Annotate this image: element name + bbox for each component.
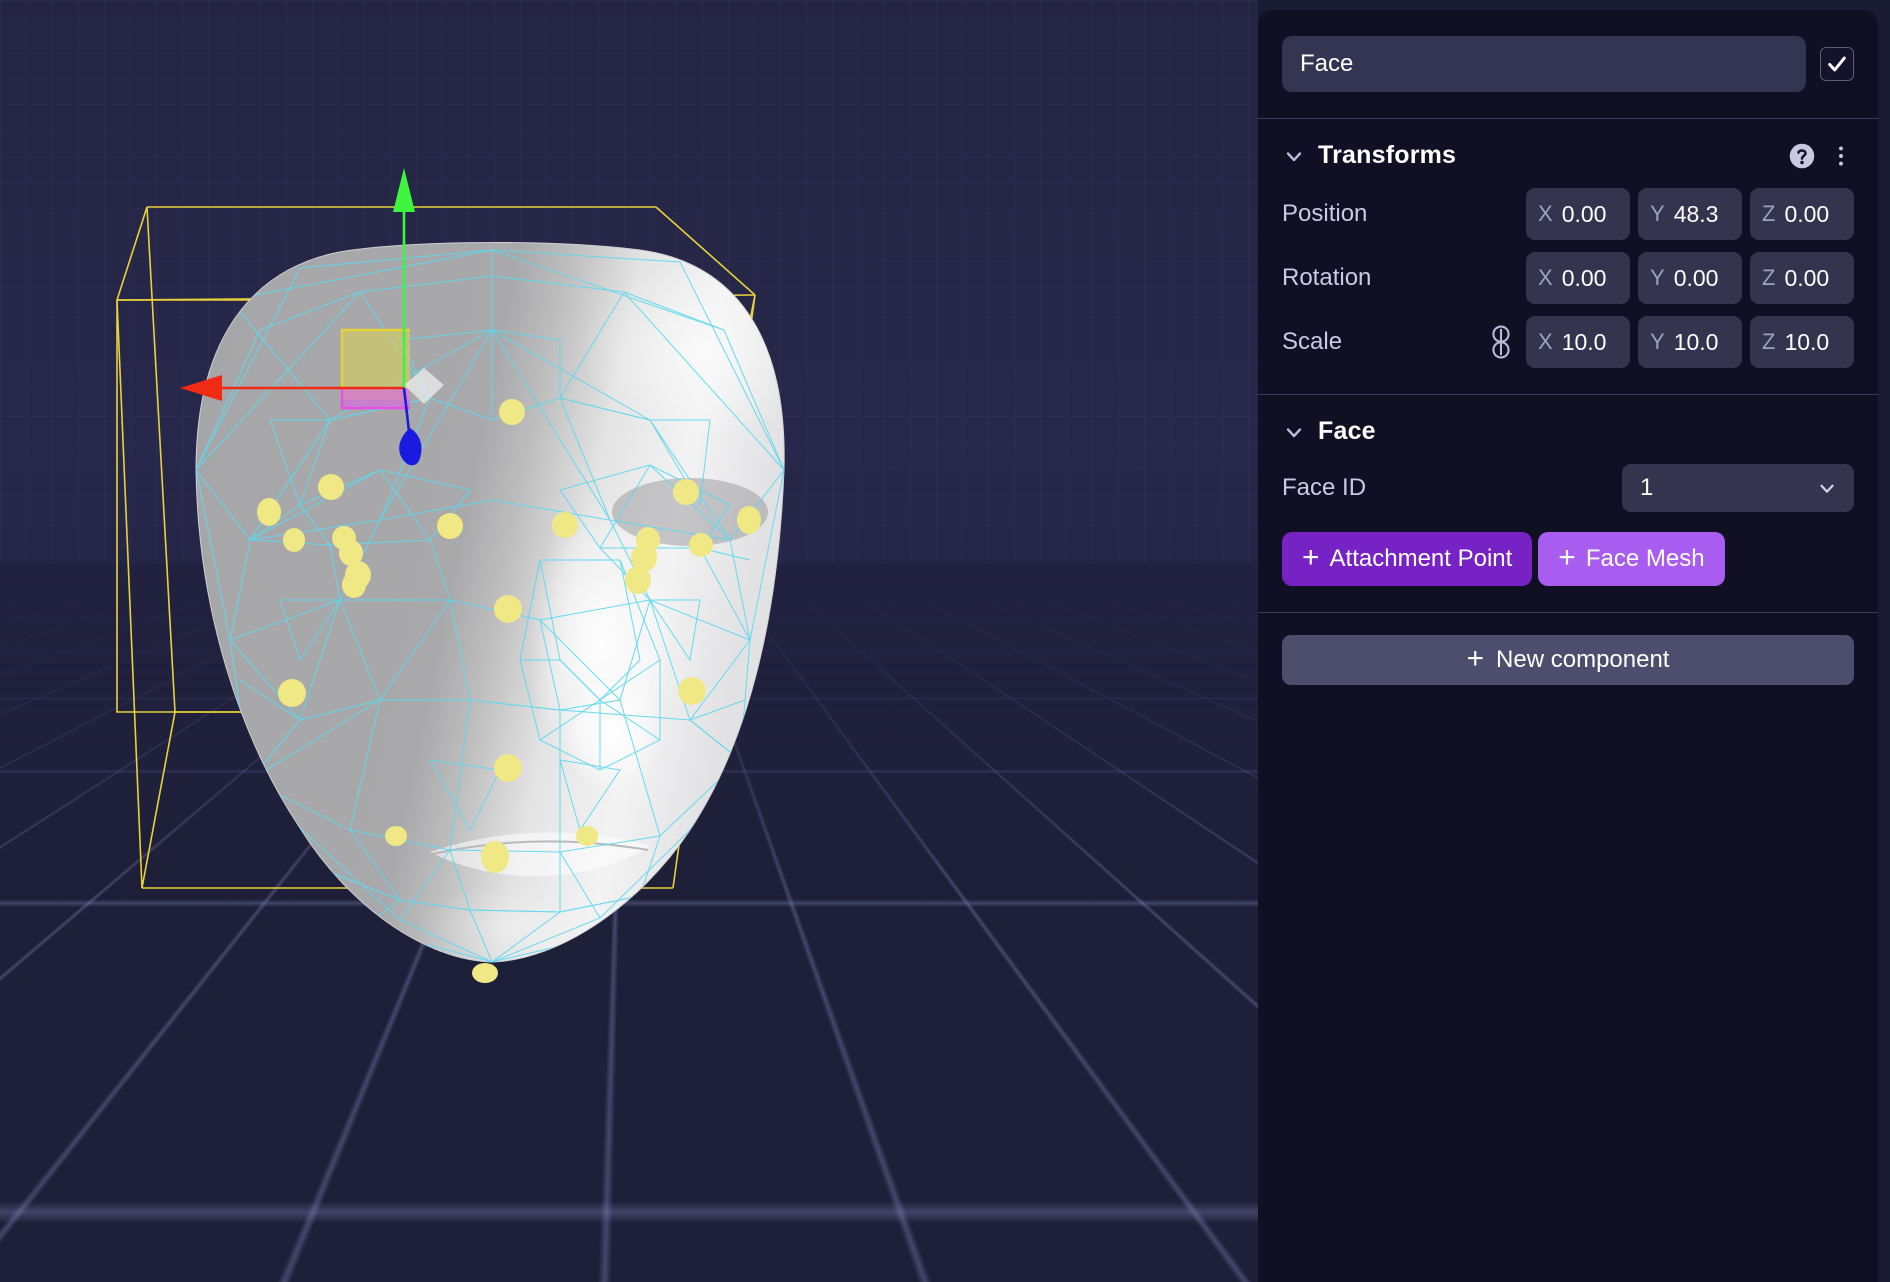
add-attachment-point-button[interactable]: + Attachment Point — [1282, 532, 1532, 586]
scale-x-field[interactable]: X 10.0 — [1526, 316, 1630, 368]
chevron-down-icon[interactable] — [1282, 144, 1306, 168]
face-id-row: Face ID 1 — [1282, 464, 1854, 512]
scale-y-value: 10.0 — [1674, 329, 1719, 356]
position-x-field[interactable]: X 0.00 — [1526, 188, 1630, 240]
position-x-value: 0.00 — [1562, 201, 1607, 228]
transform-row-scale: Scale X 10.0 Y 10.0 — [1282, 316, 1854, 368]
kebab-menu-icon[interactable] — [1828, 142, 1854, 170]
rotation-y-value: 0.00 — [1674, 265, 1719, 292]
axis-label-x: X — [1538, 265, 1553, 291]
chevron-down-icon — [1816, 477, 1838, 499]
rotation-y-field[interactable]: Y 0.00 — [1638, 252, 1742, 304]
face-id-value: 1 — [1640, 474, 1653, 502]
scene-graphics — [0, 0, 1258, 1282]
face-id-select[interactable]: 1 — [1622, 464, 1854, 512]
new-component-button[interactable]: + New component — [1282, 635, 1854, 685]
app-root: Transforms Position — [0, 0, 1890, 1282]
rotation-x-value: 0.00 — [1562, 265, 1607, 292]
rotation-x-field[interactable]: X 0.00 — [1526, 252, 1630, 304]
new-component-label: New component — [1496, 646, 1669, 674]
scale-x-value: 10.0 — [1562, 329, 1607, 356]
position-y-field[interactable]: Y 48.3 — [1638, 188, 1742, 240]
axis-label-z: Z — [1762, 201, 1775, 227]
scale-y-field[interactable]: Y 10.0 — [1638, 316, 1742, 368]
object-header-row — [1258, 10, 1878, 118]
inspector-panel: Transforms Position — [1258, 10, 1878, 1282]
scale-z-field[interactable]: Z 10.0 — [1750, 316, 1854, 368]
position-y-value: 48.3 — [1674, 201, 1719, 228]
rotation-z-field[interactable]: Z 0.00 — [1750, 252, 1854, 304]
add-attachment-point-label: Attachment Point — [1330, 545, 1513, 573]
transform-row-rotation: Rotation X 0.00 Y 0.00 Z 0.00 — [1282, 252, 1854, 304]
face-id-label: Face ID — [1282, 474, 1622, 502]
transform-row-position: Position X 0.00 Y 48.3 Z 0.00 — [1282, 188, 1854, 240]
transforms-section-header[interactable]: Transforms — [1282, 141, 1854, 170]
scale-z-value: 10.0 — [1784, 329, 1829, 356]
object-name-input[interactable] — [1282, 36, 1806, 92]
3d-viewport[interactable] — [0, 0, 1258, 1282]
gizmo-zx-plane-handle[interactable] — [342, 388, 410, 408]
object-enabled-checkbox[interactable] — [1820, 47, 1854, 81]
position-z-field[interactable]: Z 0.00 — [1750, 188, 1854, 240]
axis-label-z: Z — [1762, 265, 1775, 291]
add-face-mesh-button[interactable]: + Face Mesh — [1538, 532, 1724, 586]
face-title: Face — [1318, 417, 1376, 446]
transforms-title: Transforms — [1318, 141, 1456, 170]
axis-label-z: Z — [1762, 329, 1775, 355]
new-component-row: + New component — [1258, 613, 1878, 685]
chevron-down-icon[interactable] — [1282, 420, 1306, 444]
link-chain-icon[interactable] — [1490, 325, 1512, 359]
rotation-label: Rotation — [1282, 264, 1432, 292]
check-icon — [1826, 53, 1848, 75]
add-face-mesh-label: Face Mesh — [1586, 545, 1705, 573]
scale-label: Scale — [1282, 328, 1432, 356]
face-section-header[interactable]: Face — [1282, 417, 1854, 446]
position-z-value: 0.00 — [1784, 201, 1829, 228]
face-section: Face Face ID 1 + Attachment Point + — [1258, 395, 1878, 612]
axis-label-y: Y — [1650, 265, 1665, 291]
axis-label-y: Y — [1650, 329, 1665, 355]
axis-label-y: Y — [1650, 201, 1665, 227]
transforms-section: Transforms Position — [1258, 119, 1878, 394]
help-circle-icon[interactable] — [1788, 142, 1816, 170]
rotation-z-value: 0.00 — [1784, 265, 1829, 292]
axis-label-x: X — [1538, 329, 1553, 355]
face-action-buttons: + Attachment Point + Face Mesh — [1282, 532, 1854, 586]
axis-label-x: X — [1538, 201, 1553, 227]
position-label: Position — [1282, 200, 1432, 228]
